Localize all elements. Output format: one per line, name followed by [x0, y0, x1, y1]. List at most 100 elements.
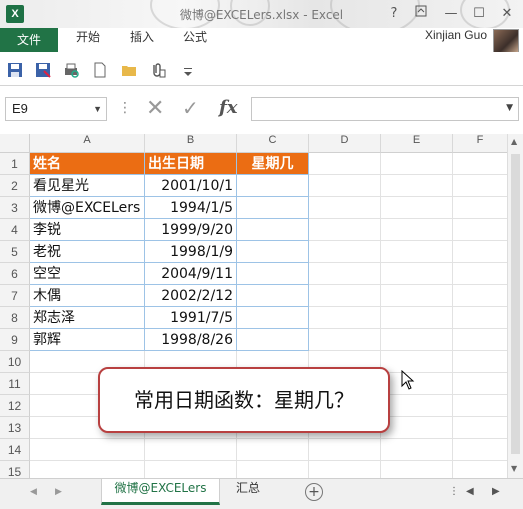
- empty-cell[interactable]: [453, 285, 508, 307]
- table-cell[interactable]: [237, 329, 309, 351]
- empty-cell[interactable]: [381, 329, 453, 351]
- table-cell[interactable]: 看见星光: [30, 175, 145, 197]
- table-cell[interactable]: [237, 219, 309, 241]
- empty-cell[interactable]: [237, 439, 309, 461]
- table-cell[interactable]: [237, 307, 309, 329]
- column-header-b[interactable]: B: [145, 134, 237, 153]
- table-header-cell[interactable]: 出生日期: [145, 153, 237, 175]
- empty-cell[interactable]: [309, 153, 381, 175]
- row-header[interactable]: 6: [0, 263, 30, 285]
- cancel-entry-icon[interactable]: ✕: [146, 96, 164, 121]
- table-header-cell[interactable]: 星期几: [237, 153, 309, 175]
- row-header[interactable]: 15: [0, 461, 30, 478]
- empty-cell[interactable]: [30, 439, 145, 461]
- empty-cell[interactable]: [381, 285, 453, 307]
- empty-cell[interactable]: [381, 197, 453, 219]
- row-header[interactable]: 14: [0, 439, 30, 461]
- add-sheet-button[interactable]: +: [305, 483, 323, 501]
- empty-cell[interactable]: [381, 373, 453, 395]
- empty-cell[interactable]: [381, 461, 453, 478]
- user-name[interactable]: Xinjian Guo: [425, 28, 487, 52]
- tab-home[interactable]: 开始: [76, 28, 100, 52]
- scroll-right-icon[interactable]: ▶: [492, 486, 500, 497]
- tab-formulas[interactable]: 公式: [183, 28, 207, 52]
- empty-cell[interactable]: [381, 153, 453, 175]
- empty-cell[interactable]: [453, 439, 508, 461]
- empty-cell[interactable]: [453, 417, 508, 439]
- help-button[interactable]: ?: [383, 4, 405, 24]
- insert-function-button[interactable]: fx: [219, 97, 237, 118]
- column-header-e[interactable]: E: [381, 134, 453, 153]
- vertical-scrollbar[interactable]: ▲ ▼: [507, 134, 523, 478]
- empty-cell[interactable]: [145, 439, 237, 461]
- prev-sheet-icon[interactable]: ◀: [30, 487, 37, 497]
- column-header-c[interactable]: C: [237, 134, 309, 153]
- empty-cell[interactable]: [381, 219, 453, 241]
- table-cell[interactable]: 2004/9/11: [145, 263, 237, 285]
- empty-cell[interactable]: [145, 461, 237, 478]
- table-cell[interactable]: [237, 263, 309, 285]
- customize-dropdown-icon[interactable]: [180, 62, 196, 78]
- table-cell[interactable]: [237, 175, 309, 197]
- table-cell[interactable]: [237, 197, 309, 219]
- empty-cell[interactable]: [309, 241, 381, 263]
- row-header[interactable]: 3: [0, 197, 30, 219]
- ribbon-display-button[interactable]: [410, 4, 432, 24]
- attach-icon[interactable]: [150, 62, 166, 78]
- table-cell[interactable]: [237, 285, 309, 307]
- table-cell[interactable]: 2002/2/12: [145, 285, 237, 307]
- table-cell[interactable]: [237, 241, 309, 263]
- open-folder-icon[interactable]: [121, 62, 137, 78]
- empty-cell[interactable]: [30, 461, 145, 478]
- column-header-d[interactable]: D: [309, 134, 381, 153]
- table-cell[interactable]: 空空: [30, 263, 145, 285]
- avatar[interactable]: [493, 29, 519, 53]
- row-header[interactable]: 11: [0, 373, 30, 395]
- empty-cell[interactable]: [381, 417, 453, 439]
- more-options-icon[interactable]: ⋮: [118, 100, 132, 116]
- empty-cell[interactable]: [309, 307, 381, 329]
- next-sheet-icon[interactable]: ▶: [55, 487, 62, 497]
- scroll-up-icon[interactable]: ▲: [511, 137, 517, 146]
- column-header-a[interactable]: A: [30, 134, 145, 153]
- row-header[interactable]: 12: [0, 395, 30, 417]
- empty-cell[interactable]: [381, 439, 453, 461]
- chevron-down-icon[interactable]: ▼: [93, 98, 102, 120]
- row-header[interactable]: 4: [0, 219, 30, 241]
- empty-cell[interactable]: [453, 373, 508, 395]
- tab-insert[interactable]: 插入: [130, 28, 154, 52]
- row-header[interactable]: 5: [0, 241, 30, 263]
- table-cell[interactable]: 1998/8/26: [145, 329, 237, 351]
- close-button[interactable]: ✕: [496, 4, 518, 24]
- maximize-button[interactable]: ☐: [468, 4, 490, 24]
- table-cell[interactable]: 郭辉: [30, 329, 145, 351]
- table-cell[interactable]: 郑志泽: [30, 307, 145, 329]
- row-header[interactable]: 8: [0, 307, 30, 329]
- minimize-button[interactable]: —: [440, 4, 462, 24]
- confirm-entry-icon[interactable]: ✓: [182, 96, 199, 120]
- row-header[interactable]: 1: [0, 153, 30, 175]
- empty-cell[interactable]: [309, 461, 381, 478]
- print-preview-icon[interactable]: [63, 62, 79, 78]
- table-cell[interactable]: 1994/1/5: [145, 197, 237, 219]
- empty-cell[interactable]: [309, 263, 381, 285]
- empty-cell[interactable]: [309, 329, 381, 351]
- save-icon[interactable]: [7, 62, 23, 78]
- table-cell[interactable]: 微博@EXCELers: [30, 197, 145, 219]
- row-header[interactable]: 2: [0, 175, 30, 197]
- scroll-down-icon[interactable]: ▼: [511, 464, 517, 473]
- select-all-corner[interactable]: [0, 134, 30, 153]
- sheet-tab-summary[interactable]: 汇总: [226, 479, 270, 505]
- empty-cell[interactable]: [453, 395, 508, 417]
- empty-cell[interactable]: [453, 263, 508, 285]
- table-cell[interactable]: 1998/1/9: [145, 241, 237, 263]
- table-header-cell[interactable]: 姓名: [30, 153, 145, 175]
- chevron-down-icon[interactable]: ▼: [506, 103, 513, 113]
- name-box[interactable]: E9 ▼: [5, 97, 107, 121]
- empty-cell[interactable]: [453, 219, 508, 241]
- table-cell[interactable]: 2001/10/1: [145, 175, 237, 197]
- empty-cell[interactable]: [381, 307, 453, 329]
- table-cell[interactable]: 1991/7/5: [145, 307, 237, 329]
- row-header[interactable]: 10: [0, 351, 30, 373]
- empty-cell[interactable]: [381, 395, 453, 417]
